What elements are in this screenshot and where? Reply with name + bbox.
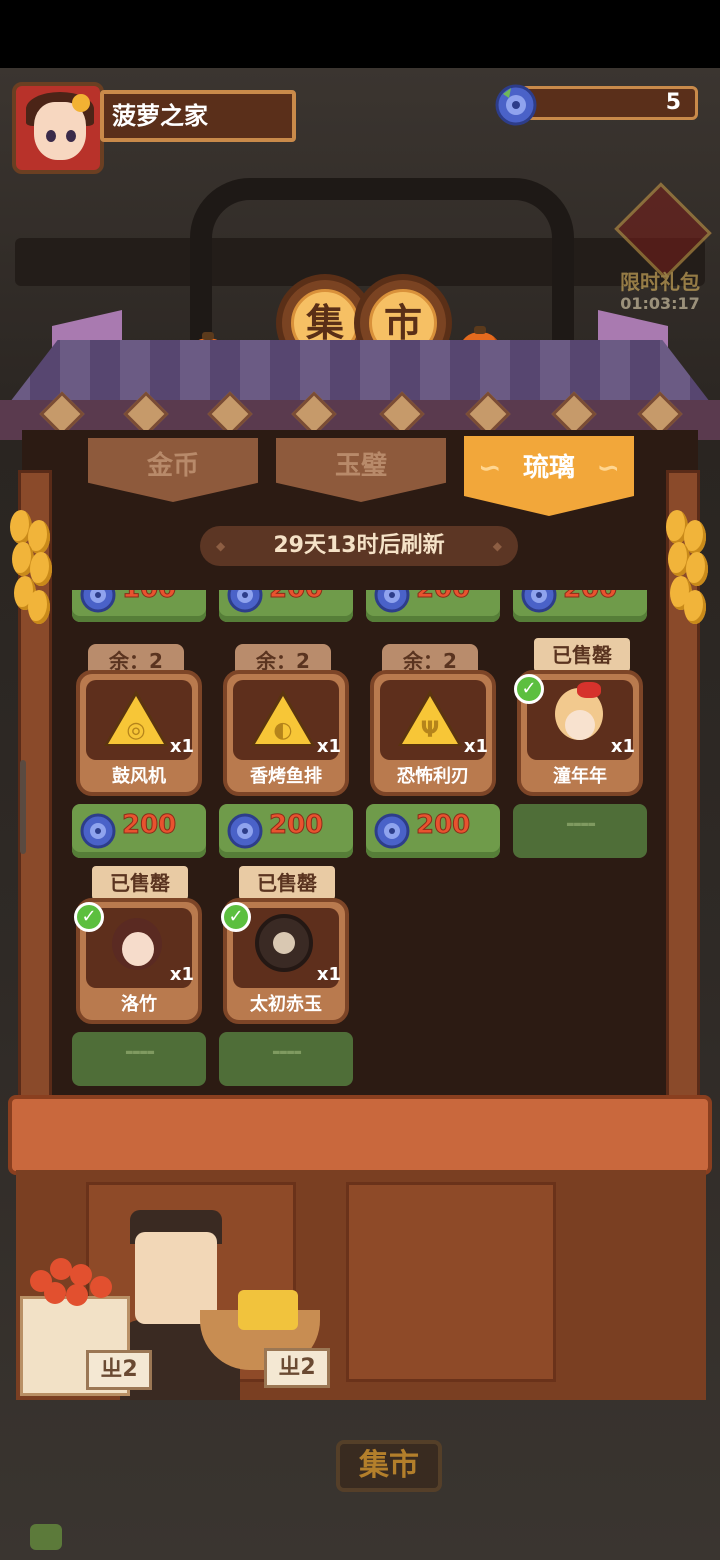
stand-sign-left: ㄓ2 xyxy=(86,1350,152,1390)
blower-icon: ◎ xyxy=(126,718,146,743)
fish-icon: ◐ xyxy=(273,718,293,743)
sold-out-tag: 已售罄 xyxy=(534,638,630,680)
glass-coin-icon xyxy=(227,590,263,613)
menu-toggle-icon[interactable] xyxy=(30,1524,62,1550)
corn-decoration-right xyxy=(664,490,710,630)
goods-grid: 100 200 200 200 余：2 ◎ x1 鼓风机 余：2 ◐ x1 香烤… xyxy=(72,590,652,1090)
goods-card[interactable]: ◐ x1 香烤鱼排 xyxy=(223,670,349,796)
price-placeholder: ---- xyxy=(271,1040,303,1065)
stall-counter xyxy=(8,1095,712,1175)
glass-coin-icon xyxy=(495,84,537,126)
player-avatar[interactable] xyxy=(12,82,104,174)
sold-out-price-bar: ---- xyxy=(513,804,647,858)
price-button[interactable]: 200 xyxy=(72,804,206,858)
glass-coin-icon xyxy=(227,813,263,849)
price-value: 200 xyxy=(415,810,471,841)
item-quantity: x1 xyxy=(316,964,341,985)
glass-coin-icon xyxy=(374,813,410,849)
item-name: 潼年年 xyxy=(553,766,607,787)
limited-gift-pack[interactable]: 限时礼包 01:03:17 xyxy=(605,182,715,320)
corn-decoration-left xyxy=(8,490,54,630)
price-value: 200 xyxy=(268,810,324,841)
item-name: 鼓风机 xyxy=(112,766,166,787)
glass-currency-amount[interactable]: 5 xyxy=(520,86,698,120)
price-value: 200 xyxy=(121,810,177,841)
item-name: 洛竹 xyxy=(121,994,157,1015)
item-quantity: x1 xyxy=(610,736,635,757)
price-placeholder: ---- xyxy=(565,812,597,837)
stand-sign-right: ㄓ2 xyxy=(264,1348,330,1388)
item-name: 香烤鱼排 xyxy=(250,766,322,787)
price-placeholder: ---- xyxy=(124,1040,156,1065)
item-quantity: x1 xyxy=(463,736,488,757)
glass-coin-icon xyxy=(80,590,116,613)
checkmark-icon: ✓ xyxy=(221,902,251,932)
item-quantity: x1 xyxy=(169,736,194,757)
price-value: 100 xyxy=(121,590,176,605)
goods-card[interactable]: Ψ x1 恐怖利刃 xyxy=(370,670,496,796)
sold-out-price-bar: ---- xyxy=(219,1032,353,1086)
refresh-timer: 29天13时后刷新 xyxy=(200,526,518,566)
crown-icon xyxy=(72,94,90,112)
item-quantity: x1 xyxy=(169,964,194,985)
checkmark-icon: ✓ xyxy=(514,674,544,704)
price-value: 200 xyxy=(268,590,323,605)
sold-out-price-bar: ---- xyxy=(72,1032,206,1086)
glass-coin-icon xyxy=(80,813,116,849)
home-name[interactable]: 菠萝之家 xyxy=(100,90,296,142)
sold-out-tag: 已售罄 xyxy=(239,866,335,908)
item-name: 恐怖利刃 xyxy=(397,766,469,787)
scroll-indicator[interactable] xyxy=(20,760,26,854)
price-button[interactable]: 200 xyxy=(366,590,500,622)
gift-timer: 01:03:17 xyxy=(620,294,700,313)
blade-icon: Ψ xyxy=(420,718,440,743)
cheese-item xyxy=(238,1290,298,1330)
price-button[interactable]: 200 xyxy=(366,804,500,858)
price-button[interactable]: 200 xyxy=(513,590,647,622)
item-name: 太初赤玉 xyxy=(250,994,322,1015)
price-button[interactable]: 200 xyxy=(219,804,353,858)
checkmark-icon: ✓ xyxy=(74,902,104,932)
sold-out-tag: 已售罄 xyxy=(92,866,188,908)
glass-coin-icon xyxy=(374,590,410,613)
goods-card[interactable]: ◎ x1 鼓风机 xyxy=(76,670,202,796)
price-value: 200 xyxy=(562,590,617,605)
glass-coin-icon xyxy=(521,590,557,613)
price-button[interactable]: 200 xyxy=(219,590,353,622)
market-location-badge[interactable]: 集市 xyxy=(336,1440,442,1492)
gift-label: 限时礼包 xyxy=(620,270,700,294)
price-value: 200 xyxy=(415,590,470,605)
price-button[interactable]: 100 xyxy=(72,590,206,622)
item-quantity: x1 xyxy=(316,736,341,757)
